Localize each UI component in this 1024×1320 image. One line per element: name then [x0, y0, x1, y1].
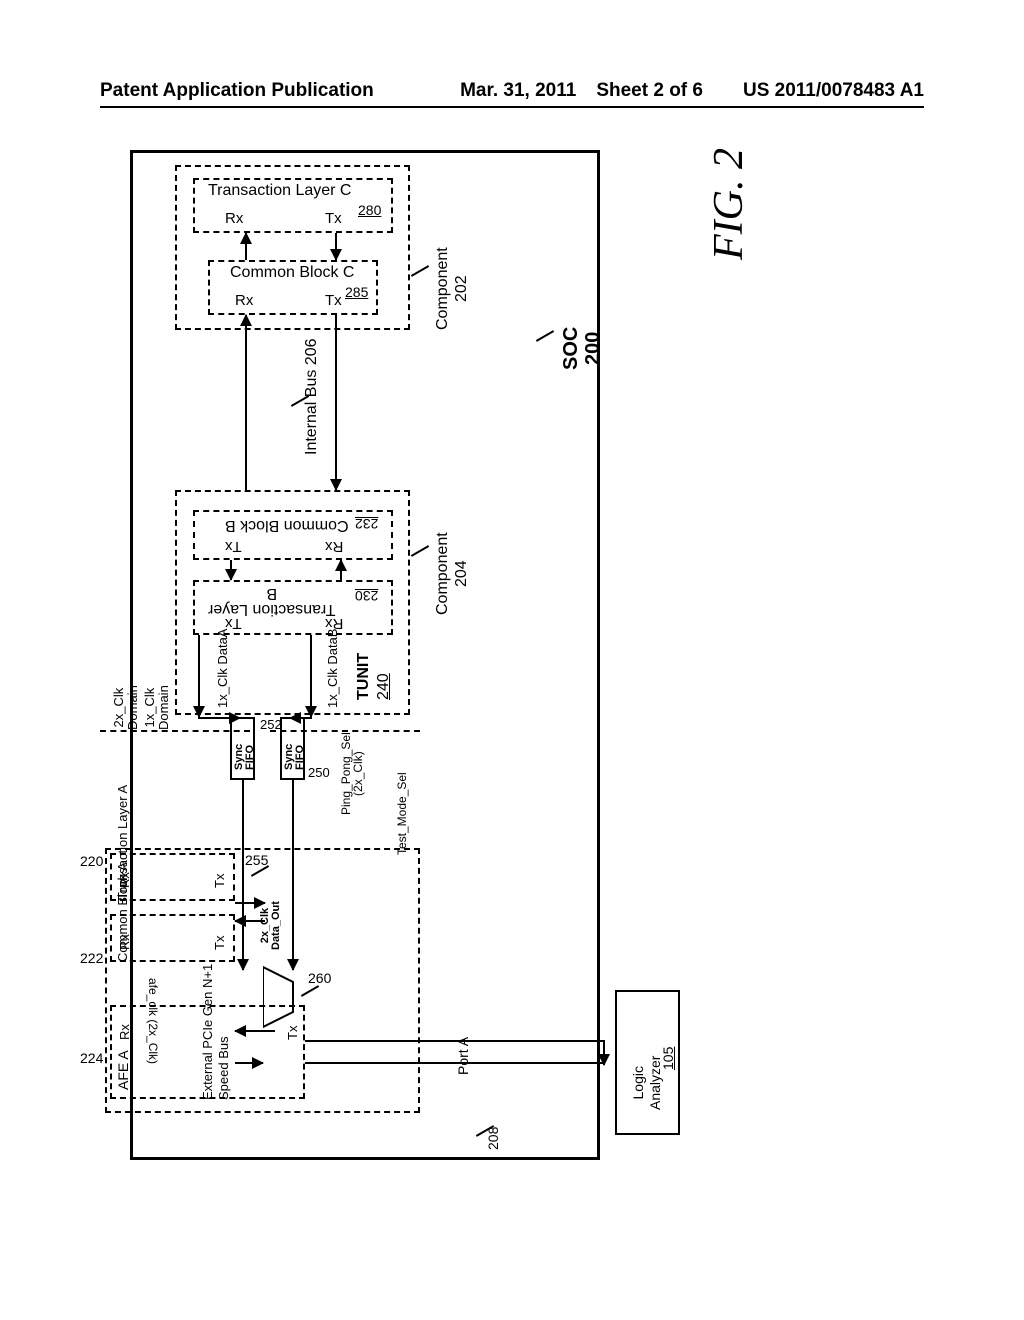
common-b-tx: Tx: [225, 538, 242, 555]
tlayer-b-num: 230: [355, 588, 378, 604]
common-a-rx: Rx: [117, 934, 132, 950]
afe-a-tx: Tx: [285, 1026, 300, 1040]
afe-a-num: 224: [80, 1050, 103, 1066]
soc-label: SOC200: [560, 327, 604, 370]
header-patno: US 2011/0078483 A1: [743, 80, 924, 102]
analyzer-num: 105: [660, 1047, 676, 1070]
analyzer-label: LogicAnalyzer: [630, 1056, 664, 1110]
tunit-num: 240: [375, 673, 393, 700]
header-sheet: Sheet 2 of 6: [596, 80, 703, 102]
tlayer-a-num: 220: [80, 853, 103, 869]
tunit-label: TUNIT: [355, 653, 373, 700]
common-a-tx: Tx: [212, 936, 227, 950]
afe-a-label: AFE A: [115, 1050, 131, 1090]
mux-num: 260: [308, 970, 331, 986]
testmode-label: Test_Mode_Sel: [395, 772, 409, 855]
port-a-label: Port A: [455, 1037, 471, 1075]
component-b-label: Component204: [433, 532, 471, 615]
sync1-num: 252: [260, 717, 282, 732]
bus208-label: External PCIe Gen N+1Speed Bus: [200, 964, 231, 1100]
common-c-rx: Rx: [235, 292, 253, 309]
common-b-rx: Rx: [325, 538, 343, 555]
x2clk-domain: 2x_ClkDomain: [112, 685, 141, 730]
header-date: Mar. 31, 2011: [460, 80, 576, 102]
common-c-label: Common Block C: [230, 264, 354, 282]
tlayer-a-tx: Tx: [212, 874, 227, 888]
tlayer-c-rx: Rx: [225, 210, 243, 227]
dataB-label: 1x_Clk DataB: [325, 629, 340, 708]
common-b-label: Common Block B: [225, 516, 349, 534]
common-b-num: 232: [355, 516, 378, 532]
figure-label: FIG. 2: [705, 148, 753, 260]
figure-2: Transaction Layer C 280 Rx Tx Common Blo…: [130, 150, 830, 1160]
sync2-num: 250: [308, 765, 330, 780]
common-a-num: 222: [80, 950, 103, 966]
x1clk-domain: 1x_ClkDomain: [143, 685, 172, 730]
common-c-tx: Tx: [325, 292, 342, 309]
tlayer-c-tx: Tx: [325, 210, 342, 227]
dataA-label: 1x_Clk DataA: [215, 629, 230, 708]
pingpong-label: Ping_Pong_Sel(2x_Clk): [340, 732, 364, 815]
page-header: Patent Application Publication Mar. 31, …: [100, 80, 924, 108]
tlayer-c-num: 280: [358, 202, 381, 218]
header-pub: Patent Application Publication: [100, 80, 374, 102]
tlayer-b-label: Transaction LayerB: [208, 585, 335, 617]
tlayer-c-label: Transaction Layer C: [208, 182, 351, 200]
component-c-label: Component202: [433, 247, 471, 330]
sync2-label: SyncFIFO: [284, 744, 306, 770]
dataout-label: 2x_ClkData_Out: [260, 901, 282, 950]
sync1-label: SyncFIFO: [234, 744, 256, 770]
common-c-num: 285: [345, 284, 368, 300]
afe-a-rx: Rx: [117, 1024, 132, 1040]
